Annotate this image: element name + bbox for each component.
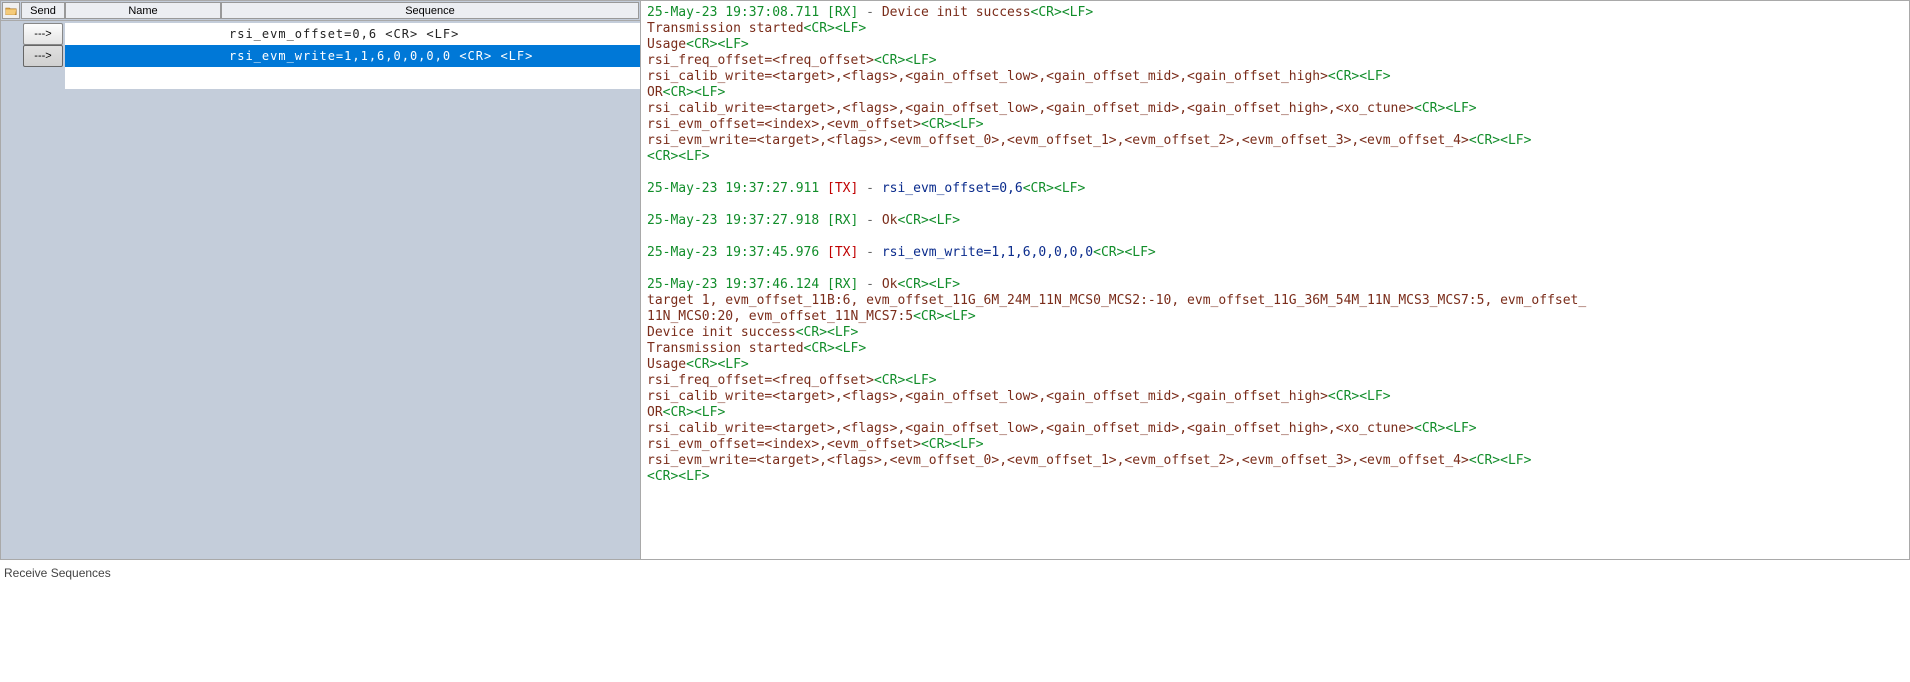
log-line [647,197,1903,213]
log-line: Usage<CR><LF> [647,37,1903,53]
log-line [647,261,1903,277]
lf-marker: <LF> [500,49,533,63]
log-line: <CR><LF> [647,149,1903,165]
log-line: 25-May-23 19:37:27.918 [RX] - Ok<CR><LF> [647,213,1903,229]
log-line: <CR><LF> [647,469,1903,485]
cr-marker: <CR> [459,49,492,63]
log-line: OR<CR><LF> [647,85,1903,101]
sequence-text: rsi_evm_offset=0,6 [229,27,377,41]
sequence-text-cell[interactable]: rsi_evm_write=1,1,6,0,0,0,0 <CR> <LF> [221,45,640,67]
log-line: 25-May-23 19:37:45.976 [TX] - rsi_evm_wr… [647,245,1903,261]
log-line [647,229,1903,245]
log-line: rsi_evm_write=<target>,<flags>,<evm_offs… [647,453,1903,469]
lf-marker: <LF> [426,27,459,41]
sequence-name-cell[interactable] [65,45,221,67]
receive-sequences-label: Receive Sequences [0,560,1910,580]
sequence-text-cell[interactable] [221,67,640,89]
main-split: Send Name Sequence ---> rsi_evm_offset=0… [0,0,1910,560]
log-line: rsi_calib_write=<target>,<flags>,<gain_o… [647,421,1903,437]
open-folder-icon[interactable] [2,2,20,19]
log-line: Device init success<CR><LF> [647,325,1903,341]
log-line: 11N_MCS0:20, evm_offset_11N_MCS7:5<CR><L… [647,309,1903,325]
column-header-send[interactable]: Send [21,2,65,19]
column-header-sequence[interactable]: Sequence [221,2,639,19]
log-line: 25-May-23 19:37:46.124 [RX] - Ok<CR><LF> [647,277,1903,293]
log-line: rsi_freq_offset=<freq_offset><CR><LF> [647,53,1903,69]
cr-marker: <CR> [385,27,418,41]
sequence-rows: ---> rsi_evm_offset=0,6 <CR> <LF> ---> r… [1,21,640,89]
sequences-header-row: Send Name Sequence [1,1,640,21]
sequence-text: rsi_evm_write=1,1,6,0,0,0,0 [229,49,451,63]
log-line: 25-May-23 19:37:27.911 [TX] - rsi_evm_of… [647,181,1903,197]
log-line: Transmission started<CR><LF> [647,21,1903,37]
send-sequences-panel: Send Name Sequence ---> rsi_evm_offset=0… [1,1,641,559]
send-button[interactable]: ---> [23,23,63,45]
sequence-row[interactable]: ---> rsi_evm_write=1,1,6,0,0,0,0 <CR> <L… [1,45,640,67]
sequence-text-cell[interactable]: rsi_evm_offset=0,6 <CR> <LF> [221,23,640,45]
log-line: rsi_evm_write=<target>,<flags>,<evm_offs… [647,133,1903,149]
terminal-log-panel[interactable]: 25-May-23 19:37:08.711 [RX] - Device ini… [641,1,1909,559]
log-line: rsi_evm_offset=<index>,<evm_offset><CR><… [647,117,1903,133]
log-line [647,165,1903,181]
log-line: 25-May-23 19:37:08.711 [RX] - Device ini… [647,5,1903,21]
log-line: rsi_calib_write=<target>,<flags>,<gain_o… [647,101,1903,117]
sequence-name-cell[interactable] [65,23,221,45]
log-line: Transmission started<CR><LF> [647,341,1903,357]
log-line: Usage<CR><LF> [647,357,1903,373]
send-button[interactable]: ---> [23,45,63,67]
column-header-name[interactable]: Name [65,2,221,19]
sequence-row[interactable]: ---> rsi_evm_offset=0,6 <CR> <LF> [1,23,640,45]
log-line: target 1, evm_offset_11B:6, evm_offset_1… [647,293,1903,309]
log-line: rsi_evm_offset=<index>,<evm_offset><CR><… [647,437,1903,453]
log-line: rsi_freq_offset=<freq_offset><CR><LF> [647,373,1903,389]
log-line: rsi_calib_write=<target>,<flags>,<gain_o… [647,69,1903,85]
sequence-row-empty[interactable] [1,67,640,89]
log-line: OR<CR><LF> [647,405,1903,421]
log-line: rsi_calib_write=<target>,<flags>,<gain_o… [647,389,1903,405]
sequence-name-cell[interactable] [65,67,221,89]
